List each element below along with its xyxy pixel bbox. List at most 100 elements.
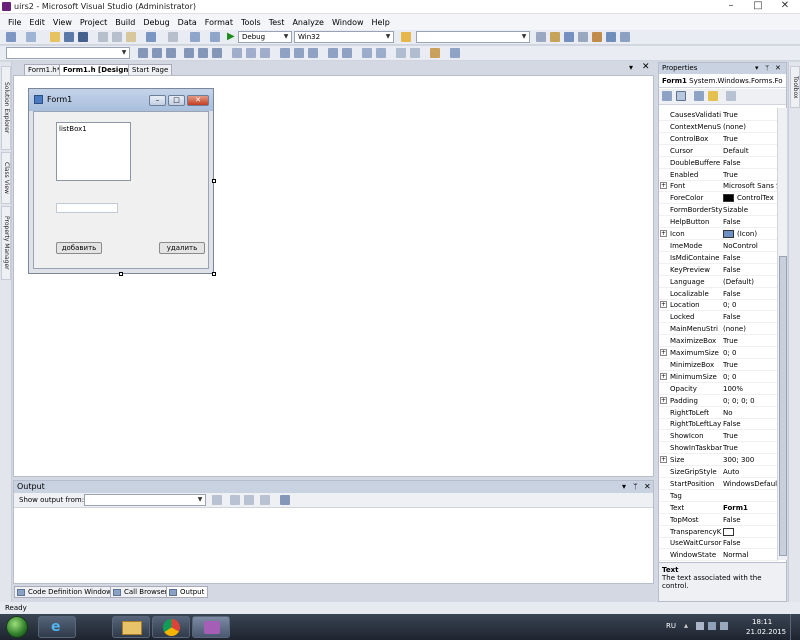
property-value[interactable]: True: [723, 335, 779, 347]
property-row[interactable]: KeyPreview False: [659, 264, 779, 276]
property-row[interactable]: + Font Microsoft Sans S: [659, 180, 779, 193]
minimize-button[interactable]: –: [718, 1, 744, 13]
pin-icon[interactable]: ᛘ: [765, 63, 769, 74]
property-value[interactable]: False: [723, 288, 779, 300]
property-value[interactable]: False: [723, 252, 779, 264]
bring-to-front-icon[interactable]: [396, 48, 406, 58]
menu-window[interactable]: Window: [328, 18, 368, 27]
menu-view[interactable]: View: [49, 18, 76, 27]
delete-button[interactable]: удалить: [159, 242, 205, 254]
property-value[interactable]: 0; 0: [723, 299, 779, 311]
resize-handle-bottom[interactable]: [119, 272, 123, 276]
property-row[interactable]: Text Form1: [659, 502, 779, 514]
property-value[interactable]: Default: [723, 145, 779, 157]
menu-file[interactable]: File: [4, 18, 25, 27]
clock-time[interactable]: 18:11: [752, 618, 772, 626]
property-row[interactable]: FormBorderSty Sizable: [659, 204, 779, 217]
undo-icon[interactable]: [146, 32, 156, 42]
property-value[interactable]: Auto: [723, 466, 779, 478]
navigate-forward-icon[interactable]: [210, 32, 220, 42]
property-value[interactable]: Microsoft Sans S: [723, 180, 779, 192]
property-row[interactable]: + Size 300; 300: [659, 454, 779, 467]
property-row[interactable]: Localizable False: [659, 288, 779, 300]
close-icon[interactable]: ✕: [642, 62, 650, 72]
alphabetical-icon[interactable]: [676, 91, 686, 101]
property-manager-tab[interactable]: Property Manager: [1, 206, 11, 280]
property-row[interactable]: ContextMenuS (none): [659, 121, 779, 133]
output-source-select[interactable]: ▼: [84, 494, 206, 506]
toolbox-icon[interactable]: [592, 32, 602, 42]
expand-icon[interactable]: +: [660, 230, 667, 237]
new-project-icon[interactable]: [6, 32, 16, 42]
property-value[interactable]: [723, 526, 779, 538]
expand-icon[interactable]: +: [660, 396, 667, 404]
property-row[interactable]: ControlBox True: [659, 133, 779, 145]
property-row[interactable]: Locked False: [659, 311, 779, 324]
center-vertically-icon[interactable]: [376, 48, 386, 58]
make-same-height-icon[interactable]: [246, 48, 256, 58]
navigate-backward-icon[interactable]: [190, 32, 200, 42]
property-row[interactable]: HelpButton False: [659, 216, 779, 229]
property-value[interactable]: True: [723, 109, 779, 121]
menu-debug[interactable]: Debug: [139, 18, 173, 27]
cut-icon[interactable]: [98, 32, 108, 42]
property-value[interactable]: False: [723, 264, 779, 276]
configuration-select[interactable]: Debug ▼: [238, 31, 292, 43]
property-value[interactable]: True: [723, 430, 779, 442]
property-row[interactable]: Opacity 100%: [659, 383, 779, 395]
increase-spacing-icon[interactable]: [294, 48, 304, 58]
menu-help[interactable]: Help: [368, 18, 394, 27]
expand-icon[interactable]: +: [660, 456, 667, 464]
property-value[interactable]: True: [723, 133, 779, 145]
property-row[interactable]: ImeMode NoControl: [659, 240, 779, 252]
align-centers-icon[interactable]: [152, 48, 162, 58]
tab-order-icon[interactable]: [450, 48, 460, 58]
form-title-bar[interactable]: Form1 – □ ✕: [29, 89, 213, 111]
network-icon[interactable]: [708, 622, 716, 630]
tab-code-definition-window[interactable]: Code Definition Window: [14, 586, 116, 598]
property-value[interactable]: ControlTex: [723, 192, 779, 204]
menu-format[interactable]: Format: [201, 18, 237, 27]
property-row[interactable]: + MinimumSize 0; 0: [659, 371, 779, 383]
close-icon[interactable]: ✕: [775, 63, 781, 74]
add-button[interactable]: добавить: [56, 242, 102, 254]
property-row[interactable]: WindowState Normal: [659, 549, 779, 562]
property-pages-icon[interactable]: [726, 91, 736, 101]
property-value[interactable]: (Default): [723, 276, 779, 288]
tab-call-browser[interactable]: Call Browser: [110, 586, 172, 598]
property-row[interactable]: + MaximumSize 0; 0: [659, 347, 779, 359]
target-combo[interactable]: ▼: [6, 47, 130, 59]
class-view-tab[interactable]: Class View: [1, 152, 11, 204]
clock-date[interactable]: 21.02.2015: [746, 628, 786, 636]
property-row[interactable]: MainMenuStri (none): [659, 323, 779, 336]
previous-message-icon[interactable]: [230, 495, 240, 505]
pin-icon[interactable]: ᛘ: [633, 481, 638, 493]
property-value[interactable]: 0; 0: [723, 371, 779, 383]
expand-icon[interactable]: +: [660, 349, 667, 356]
align-bottoms-icon[interactable]: [212, 48, 222, 58]
property-value[interactable]: Form1: [723, 502, 779, 514]
decrease-spacing-icon[interactable]: [308, 48, 318, 58]
property-value[interactable]: (none): [723, 121, 779, 133]
property-row[interactable]: + Location 0; 0: [659, 299, 779, 312]
menu-edit[interactable]: Edit: [25, 18, 49, 27]
property-value[interactable]: WindowsDefaul: [723, 478, 779, 490]
save-icon[interactable]: [64, 32, 74, 42]
add-item-icon[interactable]: [26, 32, 36, 42]
expand-icon[interactable]: +: [660, 301, 667, 309]
align-middles-icon[interactable]: [198, 48, 208, 58]
property-value[interactable]: (Icon): [723, 228, 779, 240]
property-row[interactable]: UseWaitCursor False: [659, 537, 779, 550]
taskbar-chrome[interactable]: [152, 616, 190, 638]
dropdown-icon[interactable]: ▾: [622, 481, 626, 493]
menu-build[interactable]: Build: [111, 18, 139, 27]
redo-icon[interactable]: [168, 32, 178, 42]
lock-controls-icon[interactable]: [430, 48, 440, 58]
tab-list-icon[interactable]: ▾: [629, 63, 633, 72]
toolbox-tab[interactable]: Toolbox: [790, 66, 800, 108]
align-tops-icon[interactable]: [184, 48, 194, 58]
property-row[interactable]: + Padding 0; 0; 0; 0: [659, 395, 779, 407]
object-browser-icon[interactable]: [578, 32, 588, 42]
horizontal-spacing-icon[interactable]: [280, 48, 290, 58]
platform-select[interactable]: Win32 ▼: [294, 31, 394, 43]
